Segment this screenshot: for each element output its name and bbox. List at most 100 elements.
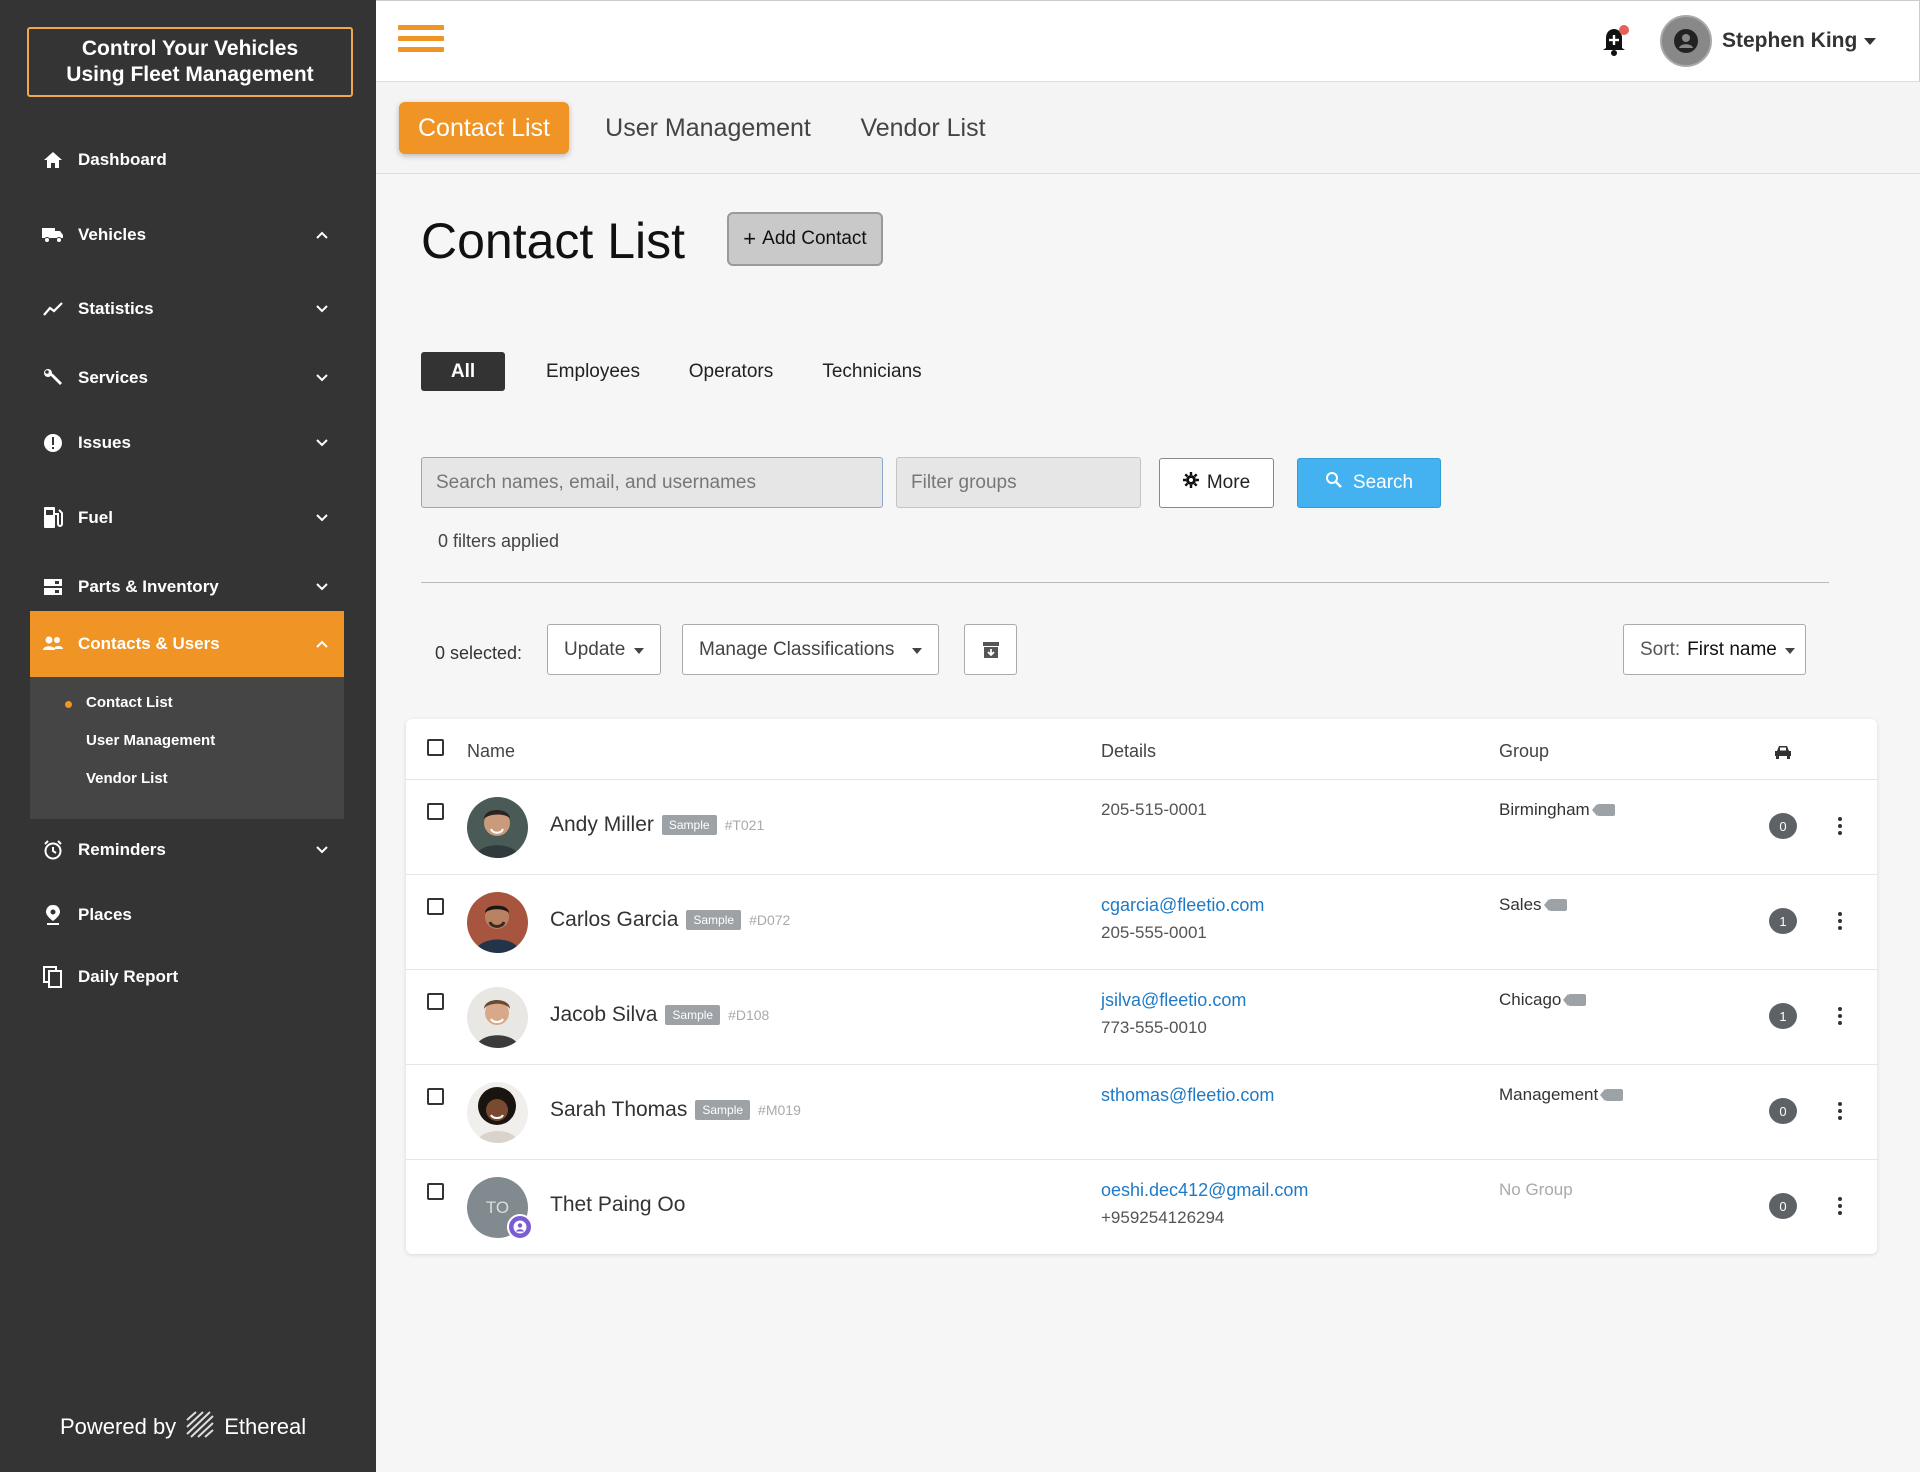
more-vertical-icon[interactable] [1830, 907, 1850, 935]
select-all-checkbox[interactable] [427, 739, 444, 756]
more-vertical-icon[interactable] [1830, 1002, 1850, 1030]
divider [421, 582, 1829, 583]
contact-email[interactable]: jsilva@fleetio.com [1101, 990, 1246, 1011]
user-avatar[interactable] [1660, 15, 1712, 67]
chevron-down-icon [312, 299, 332, 319]
active-dot-icon [65, 701, 72, 708]
table-row[interactable]: Andy Miller Sample #T021 205-515-0001 Bi… [406, 779, 1877, 874]
filter-groups-input[interactable] [896, 457, 1141, 508]
filter-tab-employees[interactable]: Employees [537, 352, 649, 391]
table-row[interactable]: Carlos Garcia Sample #D072 cgarcia@fleet… [406, 874, 1877, 969]
inventory-icon [42, 576, 64, 598]
more-vertical-icon[interactable] [1830, 812, 1850, 840]
sample-badge: Sample [695, 1100, 751, 1120]
vehicle-count-badge: 1 [1769, 1003, 1797, 1029]
sidebar-item-daily-report[interactable]: Daily Report [30, 949, 344, 1005]
sidebar-item-vehicles[interactable]: Vehicles [30, 207, 344, 263]
more-vertical-icon[interactable] [1830, 1097, 1850, 1125]
row-checkbox[interactable] [427, 898, 444, 915]
chevron-down-icon [312, 577, 332, 597]
avatar[interactable] [467, 892, 528, 953]
manage-classifications-dropdown[interactable]: Manage Classifications [682, 624, 939, 675]
table-row[interactable]: TO Thet Paing Oo oeshi.dec412@gmail.com … [406, 1159, 1877, 1254]
search-icon [1325, 471, 1343, 495]
sidebar-item-contacts-users[interactable]: Contacts & Users [30, 611, 344, 677]
tab-contact-list[interactable]: Contact List [399, 102, 569, 154]
sidebar-item-dashboard[interactable]: Dashboard [30, 132, 344, 188]
sidebar-item-parts-inventory[interactable]: Parts & Inventory [30, 559, 344, 615]
user-name[interactable]: Stephen King [1722, 29, 1857, 53]
tab-vendor-list[interactable]: Vendor List [858, 102, 988, 154]
sort-dropdown[interactable]: Sort: First name [1623, 624, 1806, 675]
gear-icon [1182, 472, 1199, 494]
sidebar-item-label: Contacts & Users [78, 634, 220, 653]
tab-user-management[interactable]: User Management [603, 102, 813, 154]
search-input[interactable] [421, 457, 883, 508]
top-header: Stephen King [376, 0, 1920, 82]
contact-group: Management [1499, 1085, 1624, 1105]
contact-phone: +959254126294 [1101, 1208, 1225, 1227]
tag-icon [1591, 804, 1615, 816]
caret-down-icon[interactable] [1864, 38, 1876, 45]
column-header-name[interactable]: Name [467, 741, 515, 762]
row-checkbox[interactable] [427, 1088, 444, 1105]
contact-code: #M019 [758, 1102, 801, 1118]
archive-button[interactable] [964, 624, 1017, 675]
group-name: No Group [1499, 1180, 1573, 1199]
selected-count: 0 selected: [435, 643, 523, 663]
more-vertical-icon[interactable] [1830, 1192, 1850, 1220]
sidebar-item-label: Vehicles [78, 225, 147, 244]
contact-phone: 205-555-0001 [1101, 923, 1207, 942]
contact-name[interactable]: Carlos Garcia [550, 908, 678, 932]
avatar[interactable] [467, 797, 528, 858]
wrench-icon [42, 367, 64, 389]
chevron-up-icon [312, 634, 332, 654]
caret-down-icon [634, 648, 644, 654]
row-checkbox[interactable] [427, 993, 444, 1010]
update-dropdown[interactable]: Update [547, 624, 661, 675]
filter-tab-all[interactable]: All [421, 352, 505, 391]
contact-name[interactable]: Thet Paing Oo [550, 1193, 685, 1217]
avatar[interactable]: TO [467, 1177, 533, 1240]
subnav-contact-list[interactable]: Contact List [86, 694, 173, 711]
filter-tab-technicians[interactable]: Technicians [814, 352, 930, 391]
table-row[interactable]: Jacob Silva Sample #D108 jsilva@fleetio.… [406, 969, 1877, 1064]
sidebar-item-label: Statistics [78, 299, 154, 318]
contact-name[interactable]: Sarah Thomas [550, 1098, 687, 1122]
contacts-subnav: Contact List User Management Vendor List [30, 677, 344, 819]
sidebar-item-places[interactable]: Places [30, 887, 344, 943]
powered-by-text: Powered by [60, 1414, 177, 1439]
chevron-down-icon [312, 840, 332, 860]
row-checkbox[interactable] [427, 1183, 444, 1200]
search-button[interactable]: Search [1297, 458, 1441, 508]
sidebar-item-reminders[interactable]: Reminders [30, 822, 344, 878]
sidebar-item-services[interactable]: Services [30, 350, 344, 406]
column-header-group[interactable]: Group [1499, 741, 1549, 762]
sidebar-item-issues[interactable]: Issues [30, 415, 344, 471]
sample-badge: Sample [686, 910, 742, 930]
brand-box[interactable]: Control Your Vehicles Using Fleet Managem… [27, 27, 353, 97]
avatar[interactable] [467, 1082, 528, 1143]
contact-email[interactable]: oeshi.dec412@gmail.com [1101, 1180, 1308, 1201]
notification-bell-icon[interactable] [1598, 23, 1632, 57]
filter-tab-operators[interactable]: Operators [680, 352, 782, 391]
row-checkbox[interactable] [427, 803, 444, 820]
avatar[interactable] [467, 987, 528, 1048]
more-filters-button[interactable]: More [1159, 458, 1274, 508]
contact-group: Sales [1499, 895, 1567, 915]
add-contact-button[interactable]: + Add Contact [727, 212, 883, 266]
subnav-vendor-list[interactable]: Vendor List [86, 770, 168, 787]
contact-email[interactable]: sthomas@fleetio.com [1101, 1085, 1274, 1106]
subnav-user-management[interactable]: User Management [86, 732, 215, 749]
contact-name[interactable]: Andy Miller [550, 813, 654, 837]
sidebar-item-fuel[interactable]: Fuel [30, 490, 344, 546]
sidebar-item-label: Daily Report [78, 967, 179, 986]
search-label: Search [1352, 472, 1414, 493]
home-icon [42, 149, 64, 171]
table-row[interactable]: Sarah Thomas Sample #M019 sthomas@fleeti… [406, 1064, 1877, 1159]
caret-down-icon [1785, 648, 1795, 654]
contact-name[interactable]: Jacob Silva [550, 1003, 657, 1027]
hamburger-menu-icon[interactable] [398, 25, 444, 53]
contact-email[interactable]: cgarcia@fleetio.com [1101, 895, 1264, 916]
sidebar-item-statistics[interactable]: Statistics [30, 281, 344, 337]
